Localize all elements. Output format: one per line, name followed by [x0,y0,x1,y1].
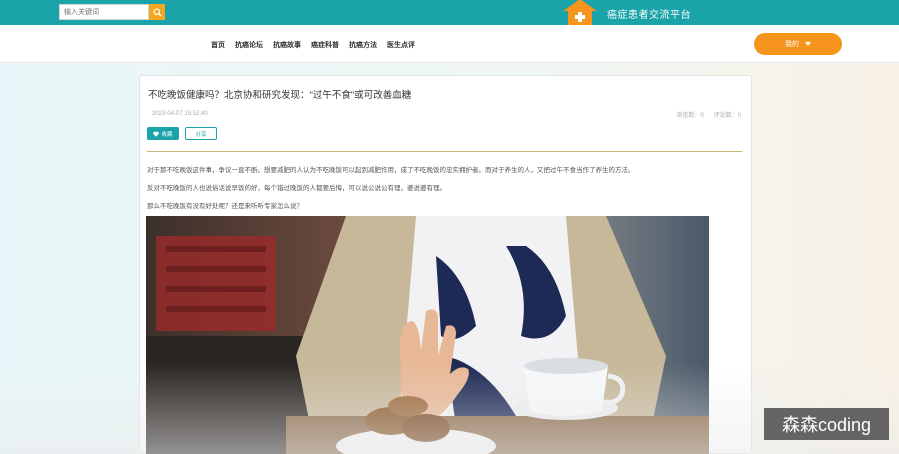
nav-item-stories[interactable]: 抗癌故事 [273,40,301,50]
share-label: 分享 [195,131,207,138]
search-input[interactable] [59,4,149,20]
search-icon [152,7,162,17]
paragraph: 对于那不吃晚饭这件事，争议一直不断。想要减肥的人认为不吃晚饭可以起到减肥作用，成… [147,167,635,174]
article-title: 不吃晚饭健康吗？北京协和研究发现："过午不食"或可改善血糖 [148,90,412,101]
divider [147,151,742,152]
favorite-button[interactable]: 收藏 [147,127,179,140]
user-menu-label: 我的 [785,41,799,48]
nav-item-forum[interactable]: 抗癌论坛 [235,40,263,50]
nav-item-science[interactable]: 癌症科普 [311,40,339,50]
heart-icon [153,131,160,137]
search-box [59,4,165,20]
share-button[interactable]: 分享 [185,127,217,140]
site-title: 癌症患者交流平台 [607,10,691,21]
search-button[interactable] [149,4,165,20]
views-count: 浏览数：0 [676,113,704,119]
logo-house-icon [563,0,597,25]
video-watermark: 森森coding [764,408,889,440]
paragraph: 那么不吃晚饭有没有好处呢？还是来听听专家怎么说？ [147,203,303,210]
nav-bar: 首页 抗癌论坛 抗癌故事 癌症科普 抗癌方法 医生点评 我的 [0,25,899,63]
nav-item-methods[interactable]: 抗癌方法 [349,40,377,50]
main-nav: 首页 抗癌论坛 抗癌故事 癌症科普 抗癌方法 医生点评 [211,40,415,50]
nav-item-doctor-review[interactable]: 医生点评 [387,40,415,50]
paragraph: 反对不吃晚饭的人也说俗话说早饭的好，每个错过晚饭的人都要后悔，可以说公说公有理，… [147,185,446,192]
favorite-label: 收藏 [161,131,173,138]
nav-item-home[interactable]: 首页 [211,40,225,50]
chevron-down-icon [805,42,811,46]
top-bar: 癌症患者交流平台 [0,0,899,25]
comments-count: 评论数：0 [713,113,741,119]
user-menu-button[interactable]: 我的 [754,33,842,55]
article-photo [146,216,709,454]
article-stats: 浏览数：0 评论数：0 [676,110,741,119]
article-date: 2023-04-07 15:52:40 [152,111,208,117]
